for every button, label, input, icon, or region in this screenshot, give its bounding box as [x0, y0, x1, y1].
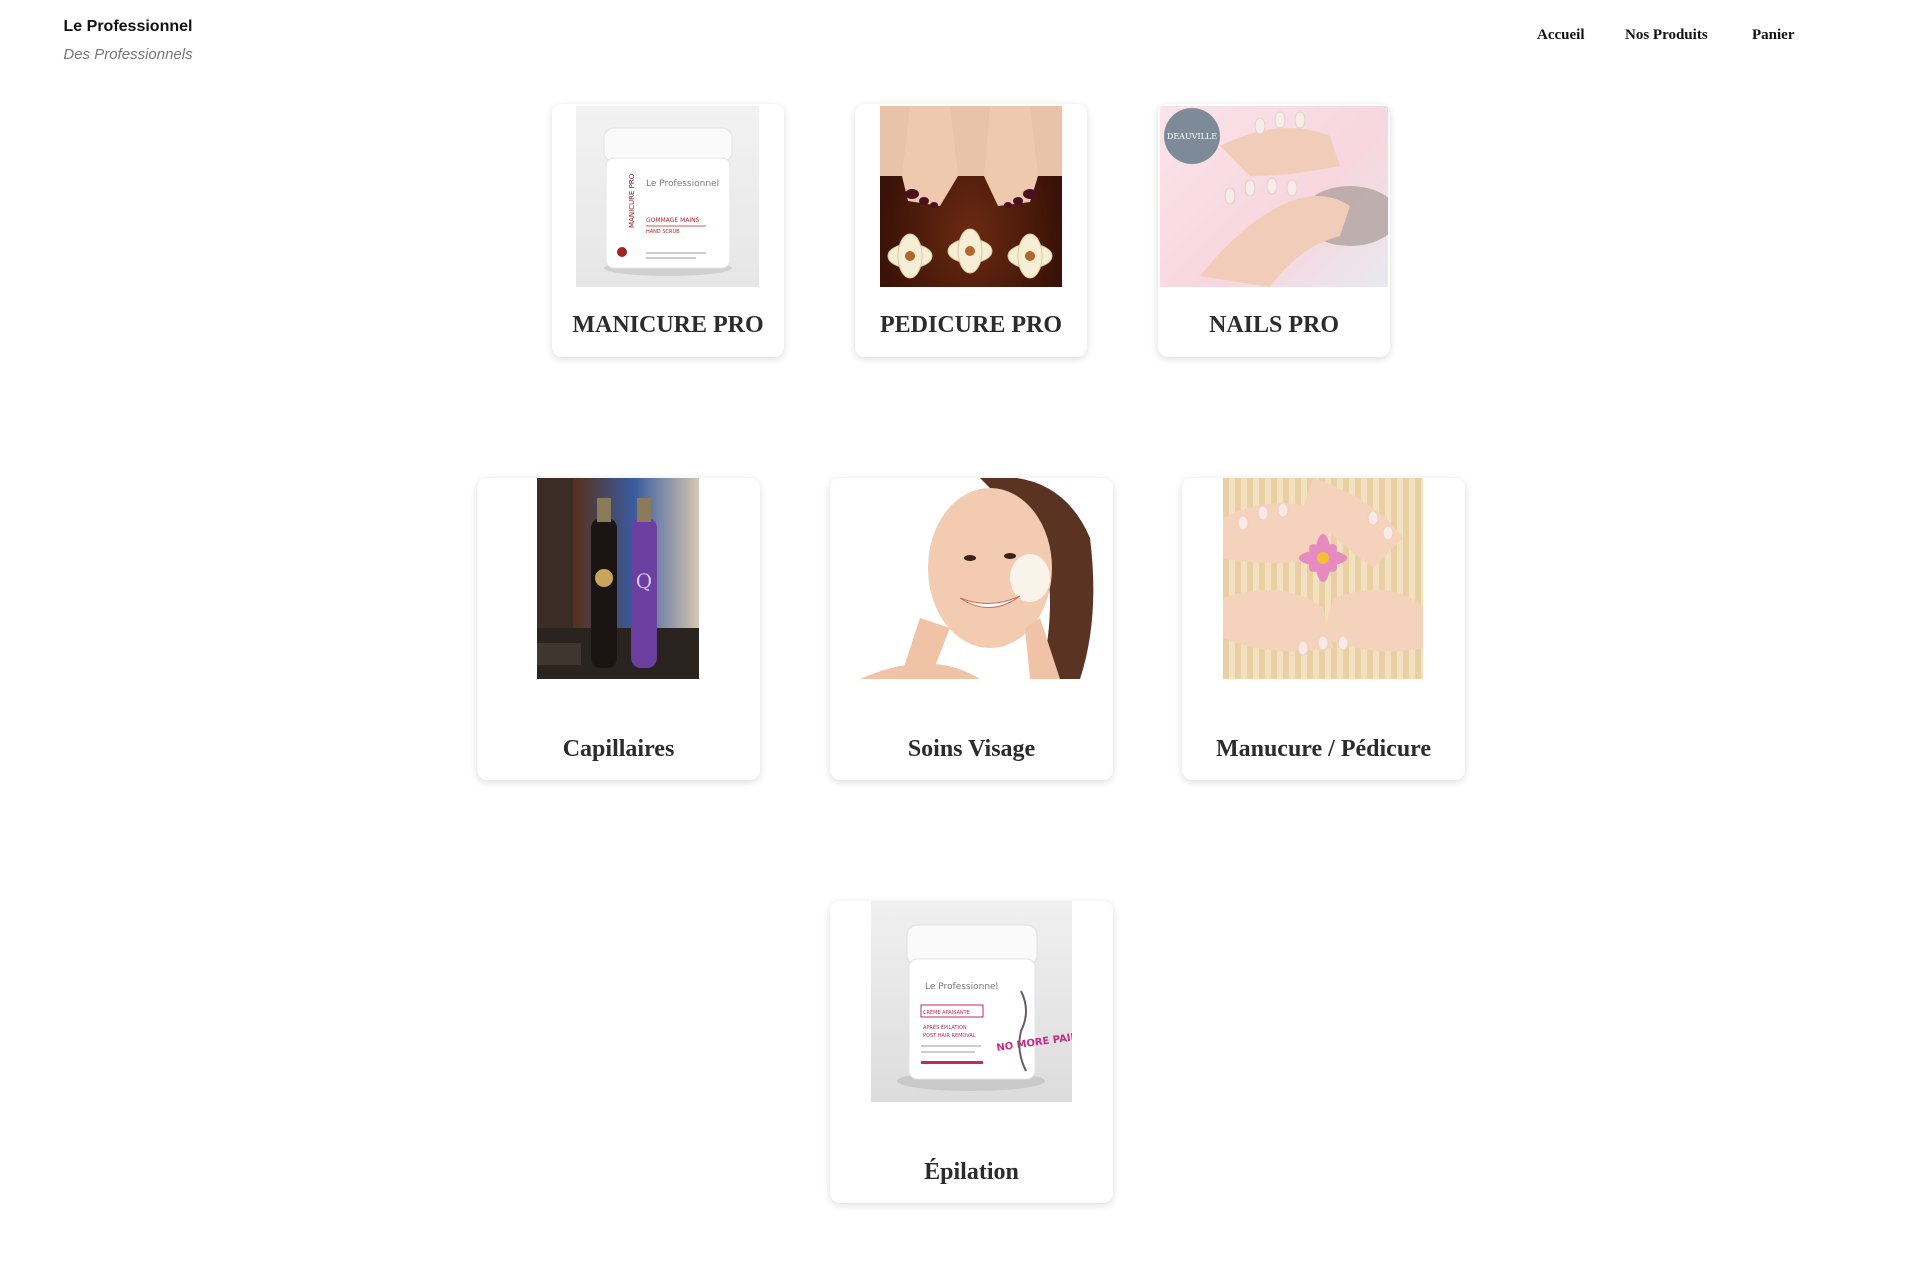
jar-label-line1: GOMMAGE MAINS: [646, 217, 700, 224]
category-title: Soins Visage: [907, 736, 1036, 762]
category-card-manicure-pro[interactable]: MANICURE PRO Le Professionnel GOMMAGE MA…: [552, 104, 784, 357]
brand[interactable]: Le Professionnel Des Professionnels: [58, 16, 198, 66]
jar2-label-line2: APRÈS ÉPILATION: [923, 1023, 967, 1031]
nav-panier[interactable]: Panier: [1752, 27, 1795, 44]
jar-label-line2: HAND SCRUB: [646, 229, 680, 235]
jar2-brand-text: Le Professionnel: [925, 982, 998, 992]
category-card-capillaires[interactable]: Q Capillaires: [477, 478, 760, 780]
category-card-soins-visage[interactable]: Soins Visage: [830, 478, 1113, 780]
jar2-label-line1: CRÈME APAISANTE: [923, 1008, 970, 1016]
category-card-nails-pro[interactable]: DEAUVILLE NAILS PRO: [1158, 104, 1390, 357]
feet-with-flowers-image: [880, 106, 1062, 287]
manicured-hands-image: DEAUVILLE: [1160, 106, 1388, 287]
category-card-epilation[interactable]: Le Professionnel CRÈME APAISANTE APRÈS É…: [830, 901, 1113, 1203]
brand-name: Le Professionnel: [63, 18, 193, 35]
category-title: PEDICURE PRO: [879, 312, 1062, 338]
hand-scrub-jar-image: MANICURE PRO Le Professionnel GOMMAGE MA…: [576, 106, 759, 287]
jar-brand-text: Le Professionnel: [646, 179, 719, 189]
category-card-pedicure-pro[interactable]: PEDICURE PRO: [855, 104, 1087, 357]
category-title: MANICURE PRO: [572, 312, 764, 338]
category-title: Épilation: [924, 1159, 1019, 1185]
category-title: Manucure / Pédicure: [1215, 736, 1432, 762]
category-title: Capillaires: [562, 736, 675, 762]
svg-text:Q: Q: [636, 569, 652, 593]
jar-side-text: MANICURE PRO: [628, 173, 636, 228]
jar2-label-line3: POST HAIR REMOVAL: [923, 1033, 976, 1039]
soothing-cream-jar-image: Le Professionnel CRÈME APAISANTE APRÈS É…: [871, 901, 1072, 1102]
category-card-manucure-pedicure[interactable]: Manucure / Pédicure: [1182, 478, 1465, 780]
hair-product-bottles-image: Q: [537, 478, 699, 679]
nav-nos-produits[interactable]: Nos Produits: [1625, 27, 1708, 44]
brand-tagline: Des Professionnels: [63, 46, 193, 63]
nav-accueil[interactable]: Accueil: [1537, 27, 1584, 44]
hands-and-feet-flower-image: [1223, 478, 1423, 679]
woman-face-cream-image: [830, 478, 1113, 679]
nails-badge-text: DEAUVILLE: [1167, 132, 1217, 141]
category-title: NAILS PRO: [1208, 312, 1340, 338]
